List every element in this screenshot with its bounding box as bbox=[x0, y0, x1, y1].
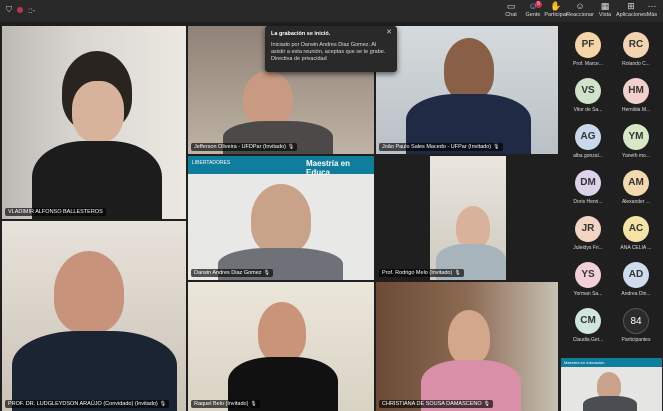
close-icon[interactable]: ✕ bbox=[386, 29, 392, 36]
video-tile[interactable]: PROF. DR. LUDGLEYDSON ARAÚJO (Convidado)… bbox=[2, 221, 186, 411]
mic-off-icon: 🎙 bbox=[159, 401, 167, 407]
video-tile[interactable]: Raquel Belo (Invitado) 🎙 bbox=[188, 282, 374, 411]
participant-face bbox=[54, 251, 124, 333]
avatar: YS bbox=[575, 262, 601, 288]
video-tile[interactable]: CHRISTIANA DE SOUSA DAMASCENO 🎙 bbox=[376, 282, 558, 411]
participant-face bbox=[456, 206, 490, 248]
shield-icon: ⛉ bbox=[6, 5, 12, 14]
participant-name: Prof. Rodrigo Melo (Invitado) 🎙 bbox=[379, 269, 464, 277]
roster-avatar[interactable]: AG alba gonzal... bbox=[564, 124, 612, 159]
video-tile[interactable]: João Paulo Sales Macedo - UFPar (Invitad… bbox=[376, 26, 558, 154]
mic-off-icon: 🎙 bbox=[263, 270, 270, 276]
banner-title: Maestría en Educa bbox=[306, 159, 351, 177]
meeting-timer: ::- bbox=[28, 5, 36, 15]
participant-name: PROF. DR. LUDGLEYDSON ARAÚJO (Convidado)… bbox=[5, 400, 170, 408]
roster-avatar[interactable]: YS Yorman Sa... bbox=[564, 262, 612, 297]
more-button[interactable]: ··· Más bbox=[640, 1, 663, 18]
video-tile[interactable]: Prof. Rodrigo Melo (Invitado) 🎙 bbox=[376, 156, 558, 280]
participant-face bbox=[243, 71, 293, 126]
roster-avatar[interactable]: HM Hernilda M... bbox=[612, 78, 660, 113]
avatar: RC bbox=[623, 32, 649, 58]
participant-face bbox=[251, 184, 311, 254]
mic-off-icon: 🎙 bbox=[493, 144, 500, 150]
mic-off-icon: 🎙 bbox=[454, 270, 461, 276]
avatar: AC bbox=[623, 216, 649, 242]
roster-avatar[interactable]: DM Doris Henri... bbox=[564, 170, 612, 205]
video-tile[interactable]: VLADIMIR ALFONSO BALLESTEROS bbox=[2, 26, 186, 219]
participant-face bbox=[448, 310, 490, 364]
notification-body: Iniciado por Darwin Andres Diaz Gomez. A… bbox=[271, 42, 386, 62]
avatar: CM bbox=[575, 308, 601, 334]
mic-off-icon: 🎙 bbox=[483, 401, 490, 407]
participant-body bbox=[12, 331, 177, 411]
institution-banner: LIBERTADORES Maestría en Educa bbox=[188, 156, 374, 177]
participant-name: Raquel Belo (Invitado) 🎙 bbox=[191, 400, 260, 408]
participant-count: 84 bbox=[623, 308, 649, 334]
participant-name: João Paulo Sales Macedo - UFPar (Invitad… bbox=[379, 143, 503, 151]
avatar: VS bbox=[575, 78, 601, 104]
mini-video-tile[interactable]: Maestría en educación bbox=[561, 358, 662, 411]
video-tile[interactable]: LIBERTADORES Maestría en Educa Darwin An… bbox=[188, 156, 374, 280]
record-indicator-icon bbox=[17, 7, 23, 13]
participant-roster: PF Prof. Marce... RC Rolando C... VS Vitor … bbox=[560, 24, 663, 411]
mic-off-icon: 🎙 bbox=[287, 144, 295, 150]
participant-body bbox=[583, 396, 637, 411]
participant-name: VLADIMIR ALFONSO BALLESTEROS bbox=[5, 208, 106, 216]
avatar: JR bbox=[575, 216, 601, 242]
roster-avatar[interactable]: YM Yaneth mo... bbox=[612, 124, 660, 159]
roster-avatar[interactable]: AM Alexander ... bbox=[612, 170, 660, 205]
meeting-toolbar: ⛉ ::- ▭ Chat ☺ 5 Gente ✋ Participar ☺ Re… bbox=[0, 0, 663, 22]
avatar: DM bbox=[575, 170, 601, 196]
mic-off-icon: 🎙 bbox=[250, 401, 257, 407]
roster-avatar[interactable]: CM Claudia Get... bbox=[564, 308, 612, 343]
video-grid: VLADIMIR ALFONSO BALLESTEROS Jefferson O… bbox=[0, 24, 558, 411]
avatar: AG bbox=[575, 124, 601, 150]
avatar: PF bbox=[575, 32, 601, 58]
roster-avatar[interactable]: RC Rolando C... bbox=[612, 32, 660, 67]
participant-name: Darwin Andres Diaz Gomez 🎙 bbox=[191, 269, 273, 277]
participant-name: Jefferson Oliveira - UFDPar (Invitado) 🎙 bbox=[191, 143, 298, 151]
roster-avatar[interactable]: PF Prof. Marce... bbox=[564, 32, 612, 67]
roster-avatar[interactable]: JR Juleidys Fri... bbox=[564, 216, 612, 251]
roster-avatar[interactable]: AD Andrea Din... bbox=[612, 262, 660, 297]
participants-count-button[interactable]: 84 Participantes bbox=[612, 308, 660, 343]
avatar: HM bbox=[623, 78, 649, 104]
notification-title: La grabación se inició. bbox=[271, 31, 331, 37]
participant-face bbox=[444, 38, 494, 100]
mini-banner: Maestría en educación bbox=[561, 358, 662, 367]
more-icon: ··· bbox=[647, 1, 657, 11]
roster-avatar[interactable]: VS Vitor de Sa... bbox=[564, 78, 612, 113]
avatar: AD bbox=[623, 262, 649, 288]
participant-name: CHRISTIANA DE SOUSA DAMASCENO 🎙 bbox=[379, 400, 493, 408]
avatar: AM bbox=[623, 170, 649, 196]
institution-logo: LIBERTADORES bbox=[192, 160, 231, 166]
participant-face bbox=[72, 81, 124, 143]
participant-face bbox=[258, 302, 306, 362]
avatar: YM bbox=[623, 124, 649, 150]
recording-notification: ✕ La grabación se inició. Iniciado por D… bbox=[265, 26, 397, 72]
roster-avatar[interactable]: AC ANA CELIA ... bbox=[612, 216, 660, 251]
